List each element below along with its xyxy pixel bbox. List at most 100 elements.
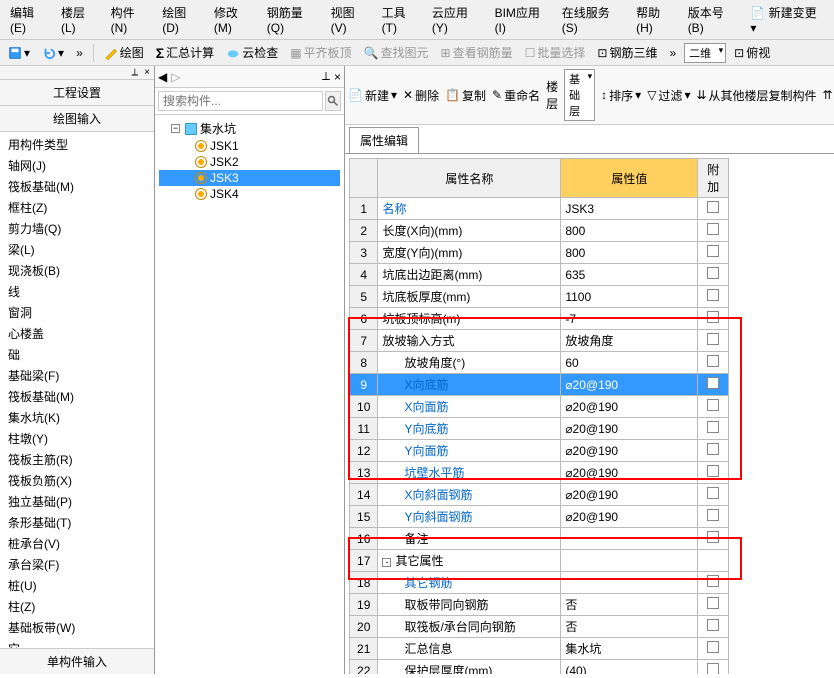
checkbox[interactable] <box>707 487 719 499</box>
copy-from-floor-button[interactable]: ⇊ 从其他楼层复制构件 <box>696 87 816 104</box>
sort-button[interactable]: ↕ 排序 ▾ <box>601 87 641 104</box>
flat-top-button[interactable]: ▦ 平齐板顶 <box>286 42 355 63</box>
checkbox[interactable] <box>707 311 719 323</box>
property-value[interactable]: ⌀20@190 <box>561 374 698 396</box>
menu-item[interactable]: 修改(M) <box>208 2 261 37</box>
copy-to-floor-button[interactable]: ⇈ 复制构件到 <box>823 87 834 104</box>
property-name[interactable]: 长度(X向)(mm) <box>378 220 561 242</box>
checkbox[interactable] <box>707 377 719 389</box>
property-value[interactable]: 800 <box>561 242 698 264</box>
undo-button[interactable]: ▾ <box>38 44 68 62</box>
component-type-item[interactable]: 集水坑(K) <box>0 407 154 428</box>
tree-item[interactable]: JSK1 <box>159 138 340 154</box>
pin-icon[interactable]: ⟂ <box>131 67 138 78</box>
property-extra[interactable] <box>698 572 729 594</box>
tree-item[interactable]: JSK2 <box>159 154 340 170</box>
property-value[interactable]: 635 <box>561 264 698 286</box>
checkbox[interactable] <box>707 597 719 609</box>
tab-property-edit[interactable]: 属性编辑 <box>349 127 419 153</box>
property-value[interactable]: JSK3 <box>561 198 698 220</box>
property-value[interactable]: ⌀20@190 <box>561 440 698 462</box>
menu-item[interactable]: 视图(V) <box>325 2 376 37</box>
property-value[interactable]: ⌀20@190 <box>561 484 698 506</box>
component-type-item[interactable]: 现浇板(B) <box>0 260 154 281</box>
more-button[interactable]: » <box>665 44 680 62</box>
menu-item[interactable]: BIM应用(I) <box>489 2 556 37</box>
checkbox[interactable] <box>707 531 719 543</box>
new-button[interactable]: 📄新建 ▾ <box>348 87 397 104</box>
component-type-item[interactable]: 柱(Z) <box>0 596 154 617</box>
single-component-input[interactable]: 单构件输入 <box>0 648 154 674</box>
tree-item[interactable]: JSK3 <box>159 170 340 186</box>
property-extra[interactable] <box>698 220 729 242</box>
property-value[interactable]: 1100 <box>561 286 698 308</box>
tree-root[interactable]: −集水坑 <box>159 119 340 138</box>
property-row[interactable]: 22保护层厚度(mm)(40) <box>350 660 729 675</box>
property-name[interactable]: 宽度(Y向)(mm) <box>378 242 561 264</box>
property-name[interactable]: 坑底出边距离(mm) <box>378 264 561 286</box>
component-type-item[interactable]: 基础梁(F) <box>0 365 154 386</box>
menu-item[interactable]: 在线服务(S) <box>556 2 630 37</box>
floor-select[interactable]: 基础层 <box>564 69 595 121</box>
property-row[interactable]: 7放坡输入方式放坡角度 <box>350 330 729 352</box>
menu-item[interactable]: 工具(T) <box>376 2 426 37</box>
property-row[interactable]: 2长度(X向)(mm)800 <box>350 220 729 242</box>
property-row[interactable]: 5坑底板厚度(mm)1100 <box>350 286 729 308</box>
checkbox[interactable] <box>707 289 719 301</box>
batch-select-button[interactable]: ☐ 批量选择 <box>521 42 590 63</box>
property-extra[interactable] <box>698 264 729 286</box>
property-extra[interactable] <box>698 484 729 506</box>
component-type-item[interactable]: 条形基础(T) <box>0 512 154 533</box>
property-extra[interactable] <box>698 198 729 220</box>
component-type-item[interactable]: 桩承台(V) <box>0 533 154 554</box>
property-name[interactable]: 取筏板/承台同向钢筋 <box>378 616 561 638</box>
property-value[interactable]: 放坡角度 <box>561 330 698 352</box>
checkbox[interactable] <box>707 399 719 411</box>
rename-button[interactable]: ✎重命名 <box>492 87 540 104</box>
property-extra[interactable] <box>698 440 729 462</box>
property-row[interactable]: 10X向面筋⌀20@190 <box>350 396 729 418</box>
arrow-right-icon[interactable]: ▷ <box>171 70 180 84</box>
menu-item[interactable]: 帮助(H) <box>630 2 682 37</box>
property-extra[interactable] <box>698 374 729 396</box>
menu-item[interactable]: 绘图(D) <box>156 2 208 37</box>
component-type-item[interactable]: 桩(U) <box>0 575 154 596</box>
property-value[interactable] <box>561 528 698 550</box>
menu-item[interactable]: 楼层(L) <box>55 2 105 37</box>
component-type-item[interactable]: 框柱(Z) <box>0 197 154 218</box>
sum-button[interactable]: Σ 汇总计算 <box>152 42 218 63</box>
property-row[interactable]: 9X向底筋⌀20@190 <box>350 374 729 396</box>
property-value[interactable]: (40) <box>561 660 698 675</box>
property-value[interactable]: ⌀20@190 <box>561 396 698 418</box>
component-type-item[interactable]: 剪力墙(Q) <box>0 218 154 239</box>
property-extra[interactable] <box>698 308 729 330</box>
checkbox[interactable] <box>707 245 719 257</box>
property-name[interactable]: -其它属性 <box>378 550 561 572</box>
property-name[interactable]: 保护层厚度(mm) <box>378 660 561 675</box>
checkbox[interactable] <box>707 509 719 521</box>
redo-button[interactable]: » <box>72 44 87 62</box>
property-value[interactable]: -7 <box>561 308 698 330</box>
menu-item[interactable]: 编辑(E) <box>4 2 55 37</box>
property-extra[interactable] <box>698 330 729 352</box>
property-extra[interactable] <box>698 462 729 484</box>
property-name[interactable]: X向斜面钢筋 <box>378 484 561 506</box>
property-row[interactable]: 14X向斜面钢筋⌀20@190 <box>350 484 729 506</box>
checkbox[interactable] <box>707 201 719 213</box>
property-name[interactable]: 名称 <box>378 198 561 220</box>
component-type-item[interactable]: 柱墩(Y) <box>0 428 154 449</box>
property-row[interactable]: 16备注 <box>350 528 729 550</box>
mid-pin-icon[interactable]: ⟂ <box>322 69 330 84</box>
property-name[interactable]: Y向斜面钢筋 <box>378 506 561 528</box>
component-type-item[interactable]: 筏板基础(M) <box>0 176 154 197</box>
component-type-item[interactable]: 础 <box>0 344 154 365</box>
property-extra[interactable] <box>698 506 729 528</box>
menu-item[interactable]: 构件(N) <box>105 2 157 37</box>
component-type-item[interactable]: 筏板负筋(X) <box>0 470 154 491</box>
component-type-item[interactable]: 窗洞 <box>0 302 154 323</box>
property-value[interactable]: ⌀20@190 <box>561 506 698 528</box>
property-name[interactable]: 坑壁水平筋 <box>378 462 561 484</box>
property-row[interactable]: 13坑壁水平筋⌀20@190 <box>350 462 729 484</box>
component-type-item[interactable]: 独立基础(P) <box>0 491 154 512</box>
component-type-item[interactable]: 梁(L) <box>0 239 154 260</box>
